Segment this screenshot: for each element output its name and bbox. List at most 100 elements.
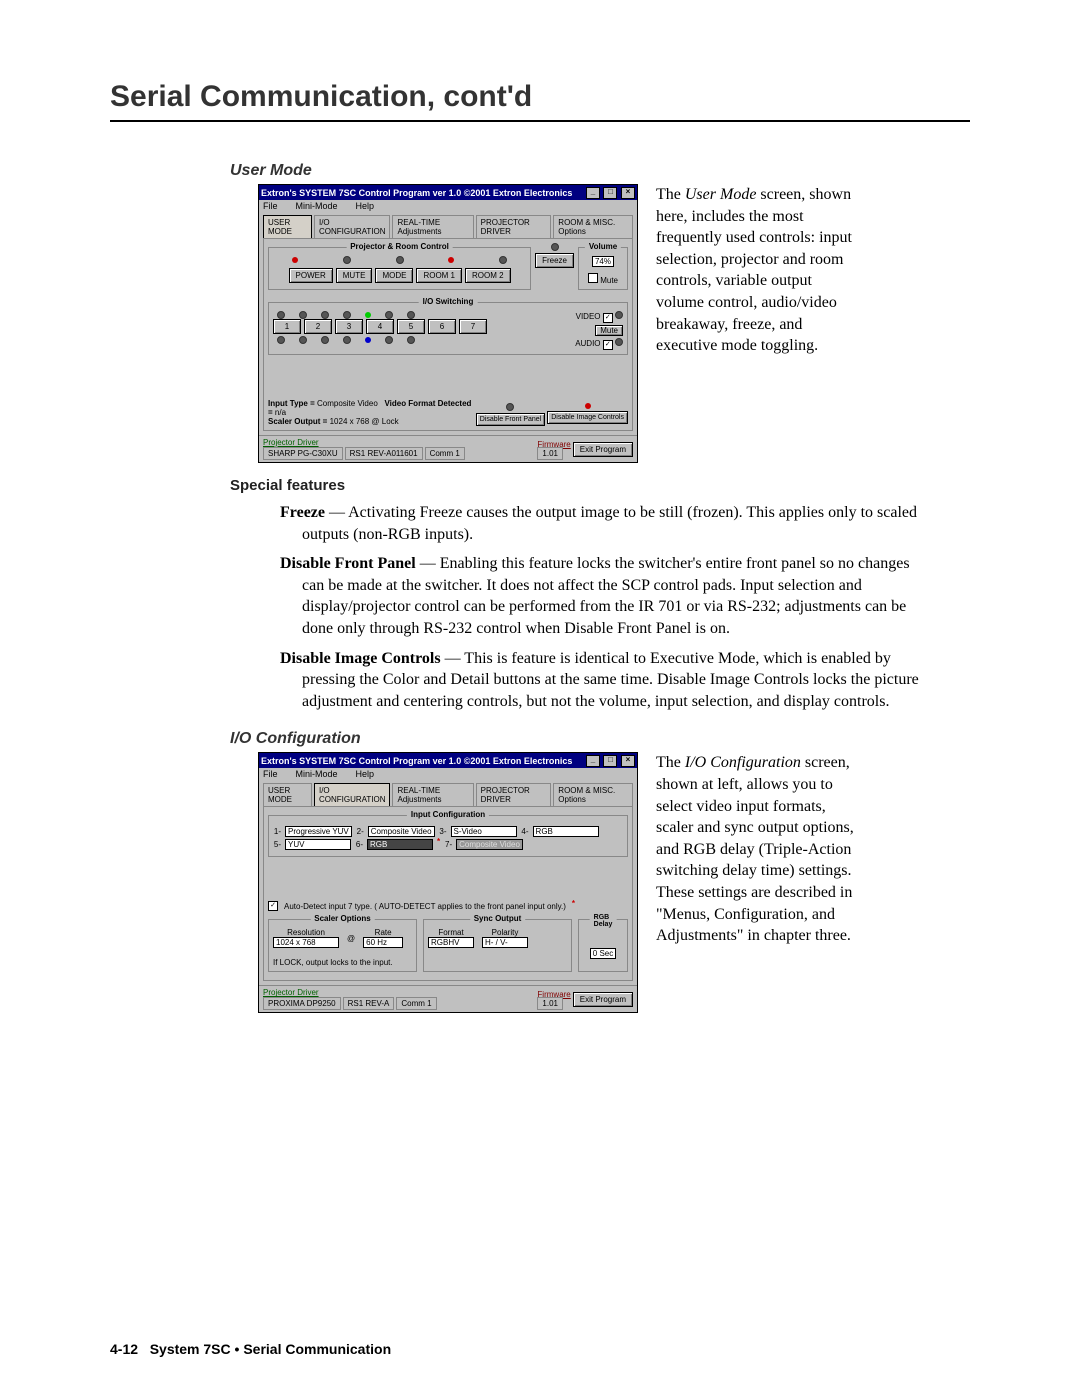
input-1-button[interactable]: 1 bbox=[273, 319, 301, 334]
auto-detect-label: Auto-Detect input 7 type. ( AUTO-DETECT … bbox=[284, 902, 566, 911]
window-buttons[interactable]: _ □ × bbox=[585, 186, 635, 199]
auto-detect-checkbox[interactable]: ✓ bbox=[268, 901, 278, 911]
input-type-value: Composite Video bbox=[317, 399, 378, 408]
input-4-button[interactable]: 4 bbox=[366, 319, 394, 334]
group-io-switching: I/O Switching bbox=[419, 297, 478, 306]
tab-room-misc[interactable]: ROOM & MISC. Options bbox=[553, 783, 633, 806]
volume-value[interactable]: 74% bbox=[592, 256, 614, 267]
page-footer: 4-12 System 7SC • Serial Communication bbox=[110, 1341, 391, 1357]
star-icon: * bbox=[437, 837, 440, 846]
dic-para: Disable Image Controls — This is feature… bbox=[280, 648, 922, 713]
audio-checkbox[interactable]: ✓ bbox=[603, 340, 613, 350]
vfd-value: n/a bbox=[275, 408, 286, 417]
tab-proj-driver[interactable]: PROJECTOR DRIVER bbox=[476, 783, 552, 806]
window-buttons-2[interactable]: _ □ × bbox=[585, 754, 635, 767]
input-7-select[interactable]: Composite Video bbox=[456, 839, 523, 850]
driver-header: Projector Driver bbox=[263, 438, 535, 447]
input-6-select[interactable]: RGB bbox=[367, 839, 433, 850]
tab-strip-2: USER MODE I/O CONFIGURATION REAL-TIME Ad… bbox=[259, 781, 637, 806]
minimize-icon[interactable]: _ bbox=[586, 755, 600, 767]
room2-button[interactable]: ROOM 2 bbox=[465, 268, 511, 283]
driver-rev-2: RS1 REV-A bbox=[343, 997, 395, 1010]
resolution-select[interactable]: 1024 x 768 bbox=[273, 937, 339, 948]
video-label: VIDEO bbox=[576, 312, 601, 321]
volume-mute-label: Mute bbox=[600, 276, 618, 285]
section-user-mode: User Mode bbox=[230, 162, 970, 180]
volume-mute-checkbox[interactable] bbox=[588, 273, 598, 283]
status-bar-2: Projector Driver PROXIMA DP9250 RS1 REV-… bbox=[259, 985, 637, 1012]
mode-button[interactable]: MODE bbox=[375, 268, 413, 283]
freeze-button[interactable]: Freeze bbox=[535, 253, 574, 268]
exit-program-button-2[interactable]: Exit Program bbox=[573, 992, 633, 1007]
input-type-label: Input Type = bbox=[268, 399, 315, 408]
input-2-button[interactable]: 2 bbox=[304, 319, 332, 334]
exit-program-button[interactable]: Exit Program bbox=[573, 442, 633, 457]
tab-user-mode[interactable]: USER MODE bbox=[263, 783, 312, 806]
input-5-button[interactable]: 5 bbox=[397, 319, 425, 334]
driver-header-2: Projector Driver bbox=[263, 988, 535, 997]
menu-file[interactable]: File bbox=[263, 769, 278, 779]
usermode-row: Extron's SYSTEM 7SC Control Program ver … bbox=[258, 184, 970, 463]
window-titlebar-2[interactable]: Extron's SYSTEM 7SC Control Program ver … bbox=[259, 753, 637, 768]
driver-name: SHARP PG-C30XU bbox=[263, 447, 343, 460]
input-4-select[interactable]: RGB bbox=[533, 826, 599, 837]
maximize-icon[interactable]: □ bbox=[603, 187, 617, 199]
usermode-panel: Projector & Room Control POWER MUTE MODE… bbox=[263, 238, 633, 431]
tab-user-mode[interactable]: USER MODE bbox=[263, 215, 312, 238]
usermode-description: The User Mode screen, shown here, includ… bbox=[656, 184, 856, 357]
ioconfig-panel: Input Configuration 1-Progressive YUV 2-… bbox=[263, 806, 633, 981]
tab-io-config[interactable]: I/O CONFIGURATION bbox=[314, 215, 391, 238]
group-rgb-delay: RGB Delay bbox=[590, 914, 617, 928]
driver-name-2: PROXIMA DP9250 bbox=[263, 997, 341, 1010]
star-icon: * bbox=[572, 899, 575, 908]
minimize-icon[interactable]: _ bbox=[586, 187, 600, 199]
polarity-select[interactable]: H- / V- bbox=[482, 937, 528, 948]
tab-realtime[interactable]: REAL-TIME Adjustments bbox=[392, 783, 473, 806]
input-3-button[interactable]: 3 bbox=[335, 319, 363, 334]
window-titlebar[interactable]: Extron's SYSTEM 7SC Control Program ver … bbox=[259, 185, 637, 200]
video-checkbox[interactable]: ✓ bbox=[603, 313, 613, 323]
input-6-button[interactable]: 6 bbox=[428, 319, 456, 334]
maximize-icon[interactable]: □ bbox=[603, 755, 617, 767]
tab-realtime[interactable]: REAL-TIME Adjustments bbox=[392, 215, 473, 238]
tab-proj-driver[interactable]: PROJECTOR DRIVER bbox=[476, 215, 552, 238]
menu-help[interactable]: Help bbox=[356, 201, 375, 211]
special-features-title: Special features bbox=[230, 477, 970, 494]
menu-mini-mode[interactable]: Mini-Mode bbox=[296, 201, 338, 211]
mute-button[interactable]: MUTE bbox=[336, 268, 373, 283]
group-input-config: Input Configuration bbox=[407, 810, 489, 819]
menu-help[interactable]: Help bbox=[356, 769, 375, 779]
input-2-select[interactable]: Composite Video bbox=[368, 826, 435, 837]
scaler-label: Scaler Output = bbox=[268, 417, 327, 426]
close-icon[interactable]: × bbox=[621, 755, 635, 767]
format-select[interactable]: RGBHV bbox=[428, 937, 474, 948]
power-button[interactable]: POWER bbox=[289, 268, 333, 283]
rgb-delay-value[interactable]: 0 Sec bbox=[590, 948, 616, 959]
tab-room-misc[interactable]: ROOM & MISC. Options bbox=[553, 215, 633, 238]
window-title-2: Extron's SYSTEM 7SC Control Program ver … bbox=[261, 756, 572, 766]
group-proj-room: Projector & Room Control bbox=[346, 242, 453, 251]
input-3-select[interactable]: S-Video bbox=[451, 826, 517, 837]
close-icon[interactable]: × bbox=[621, 187, 635, 199]
ioconfig-screenshot: Extron's SYSTEM 7SC Control Program ver … bbox=[258, 752, 638, 1013]
disable-image-controls-button[interactable]: Disable Image Controls bbox=[547, 411, 628, 424]
io-mute-button[interactable]: Mute bbox=[595, 325, 623, 336]
disable-front-panel-button[interactable]: Disable Front Panel bbox=[476, 413, 545, 426]
room1-button[interactable]: ROOM 1 bbox=[416, 268, 462, 283]
menu-mini-mode[interactable]: Mini-Mode bbox=[296, 769, 338, 779]
page: Serial Communication, cont'd User Mode E… bbox=[0, 0, 1080, 1397]
tab-io-config[interactable]: I/O CONFIGURATION bbox=[314, 783, 391, 806]
window-title: Extron's SYSTEM 7SC Control Program ver … bbox=[261, 188, 572, 198]
menubar-2: File Mini-Mode Help bbox=[259, 768, 637, 781]
rate-select[interactable]: 60 Hz bbox=[363, 937, 403, 948]
tab-strip: USER MODE I/O CONFIGURATION REAL-TIME Ad… bbox=[259, 213, 637, 238]
dfp-para: Disable Front Panel — Enabling this feat… bbox=[280, 553, 922, 639]
driver-rev: RS1 REV-A011601 bbox=[345, 447, 423, 460]
usermode-screenshot: Extron's SYSTEM 7SC Control Program ver … bbox=[258, 184, 638, 463]
input-5-select[interactable]: YUV bbox=[285, 839, 351, 850]
input-7-button[interactable]: 7 bbox=[459, 319, 487, 334]
freeze-para: Freeze — Activating Freeze causes the ou… bbox=[280, 502, 922, 545]
footer-text: System 7SC • Serial Communication bbox=[150, 1341, 391, 1357]
menu-file[interactable]: File bbox=[263, 201, 278, 211]
input-1-select[interactable]: Progressive YUV bbox=[285, 826, 352, 837]
